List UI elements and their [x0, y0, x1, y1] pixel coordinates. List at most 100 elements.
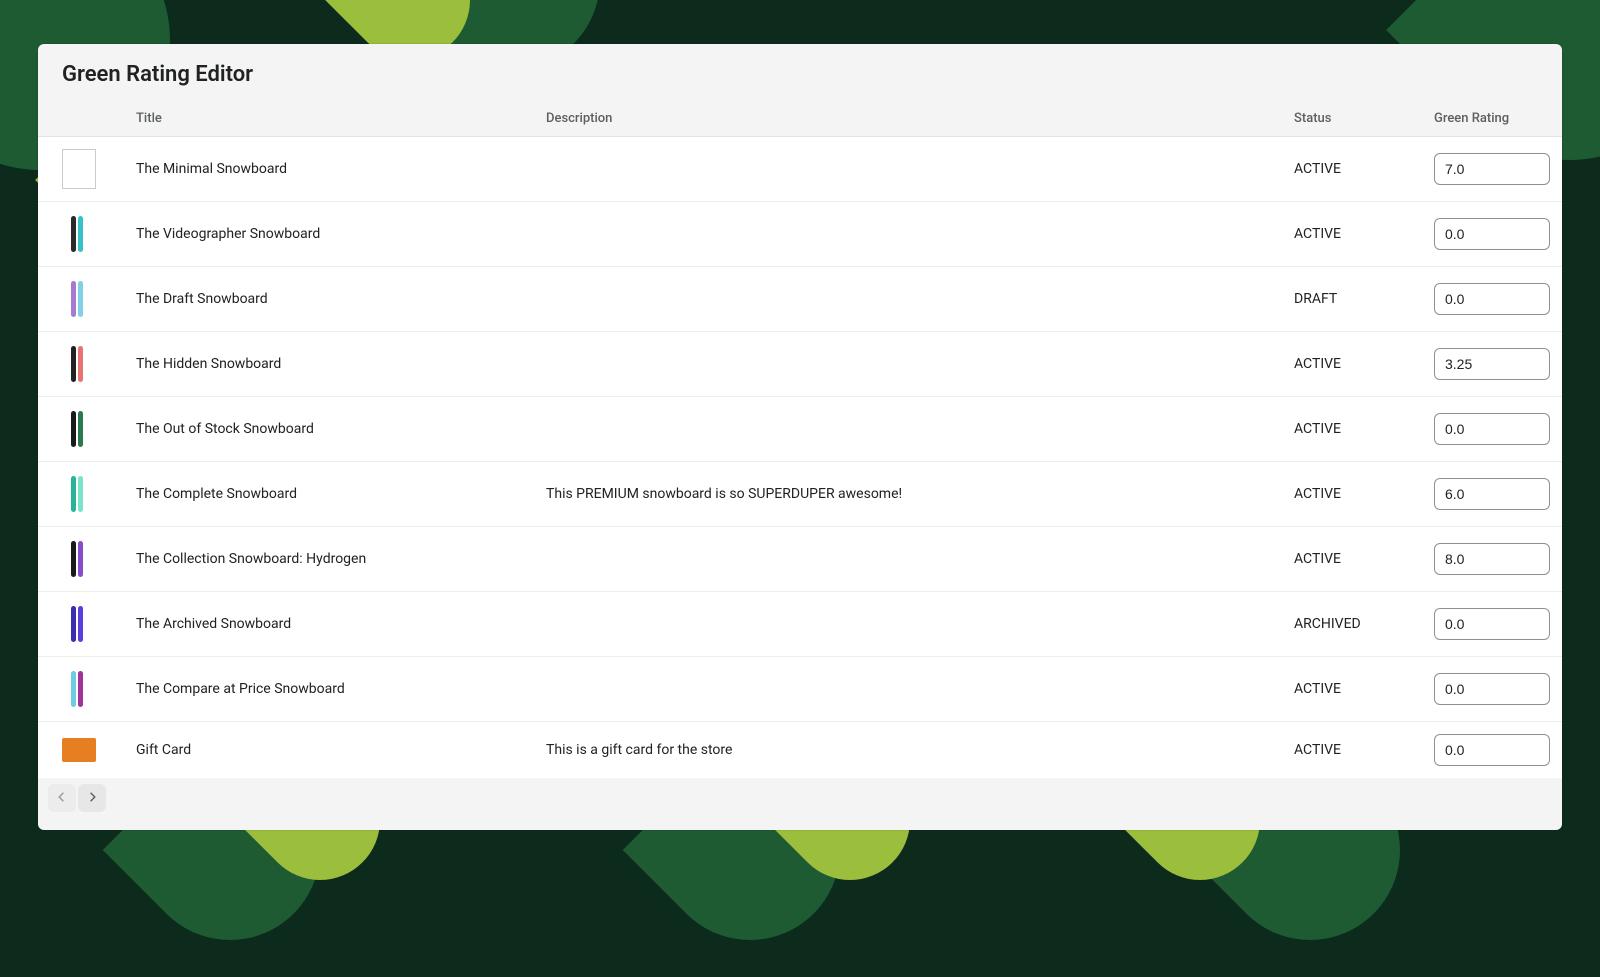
snowboard-icon [78, 411, 83, 447]
cell-rating [1422, 202, 1562, 267]
table-row: The Minimal Snowboard ACTIVE [38, 137, 1562, 202]
green-rating-input[interactable] [1434, 283, 1550, 315]
cell-description [534, 657, 1282, 722]
cell-description [534, 397, 1282, 462]
snowboard-icon [71, 346, 76, 382]
cell-status: DRAFT [1282, 267, 1422, 332]
cell-thumbnail [38, 137, 124, 202]
cell-title: The Compare at Price Snowboard [124, 657, 534, 722]
cell-description [534, 202, 1282, 267]
cell-title: The Out of Stock Snowboard [124, 397, 534, 462]
pagination [38, 778, 1562, 818]
cell-title: The Collection Snowboard: Hydrogen [124, 527, 534, 592]
col-header-description: Description [534, 101, 1282, 137]
cell-thumbnail [38, 657, 124, 722]
cell-rating [1422, 267, 1562, 332]
snowboard-icon [71, 281, 76, 317]
cell-rating [1422, 722, 1562, 779]
products-table: Title Description Status Green Rating Th… [38, 101, 1562, 778]
cell-description [534, 332, 1282, 397]
cell-status: ACTIVE [1282, 462, 1422, 527]
snowboard-icon [78, 476, 83, 512]
snowboard-icon [78, 281, 83, 317]
page-prev-button[interactable] [48, 784, 76, 812]
cell-rating [1422, 332, 1562, 397]
cell-rating [1422, 137, 1562, 202]
table-header-row: Title Description Status Green Rating [38, 101, 1562, 137]
cell-status: ACTIVE [1282, 527, 1422, 592]
col-header-status: Status [1282, 101, 1422, 137]
green-rating-input[interactable] [1434, 673, 1550, 705]
thumbnail-giftcard-icon [62, 738, 96, 762]
snowboard-icon [71, 671, 76, 707]
green-rating-input[interactable] [1434, 413, 1550, 445]
green-rating-input[interactable] [1434, 608, 1550, 640]
table-row: The Hidden Snowboard ACTIVE [38, 332, 1562, 397]
snowboard-icon [78, 671, 83, 707]
thumbnail-snowboard-icon [62, 344, 92, 384]
thumbnail-snowboard-icon [62, 539, 92, 579]
cell-thumbnail [38, 722, 124, 779]
cell-status: ACTIVE [1282, 202, 1422, 267]
cell-description [534, 137, 1282, 202]
snowboard-icon [71, 541, 76, 577]
table-row: The Videographer Snowboard ACTIVE [38, 202, 1562, 267]
cell-description: This PREMIUM snowboard is so SUPERDUPER … [534, 462, 1282, 527]
cell-status: ACTIVE [1282, 397, 1422, 462]
cell-rating [1422, 527, 1562, 592]
snowboard-icon [78, 541, 83, 577]
thumbnail-snowboard-icon [62, 604, 92, 644]
cell-status: ACTIVE [1282, 657, 1422, 722]
cell-title: The Hidden Snowboard [124, 332, 534, 397]
green-rating-input[interactable] [1434, 543, 1550, 575]
cell-thumbnail [38, 592, 124, 657]
table-row: Gift CardThis is a gift card for the sto… [38, 722, 1562, 779]
snowboard-icon [78, 346, 83, 382]
chevron-right-icon [85, 790, 99, 807]
thumbnail-snowboard-icon [62, 474, 92, 514]
cell-description [534, 267, 1282, 332]
thumbnail-snowboard-icon [62, 279, 92, 319]
snowboard-icon [78, 216, 83, 252]
green-rating-input[interactable] [1434, 348, 1550, 380]
table-row: The Collection Snowboard: Hydrogen ACTIVE [38, 527, 1562, 592]
cell-title: The Archived Snowboard [124, 592, 534, 657]
cell-rating [1422, 462, 1562, 527]
green-rating-input[interactable] [1434, 734, 1550, 766]
thumbnail-snowboard-icon [62, 409, 92, 449]
cell-status: ACTIVE [1282, 137, 1422, 202]
snowboard-icon [71, 476, 76, 512]
col-header-rating: Green Rating [1422, 101, 1562, 137]
app-panel: Green Rating Editor Title Description St… [38, 44, 1562, 830]
snowboard-icon [71, 606, 76, 642]
cell-title: The Draft Snowboard [124, 267, 534, 332]
table-row: The Complete SnowboardThis PREMIUM snowb… [38, 462, 1562, 527]
col-header-thumb [38, 101, 124, 137]
cell-title: The Videographer Snowboard [124, 202, 534, 267]
page-next-button[interactable] [78, 784, 106, 812]
chevron-left-icon [55, 790, 69, 807]
green-rating-input[interactable] [1434, 478, 1550, 510]
snowboard-icon [71, 411, 76, 447]
cell-title: The Complete Snowboard [124, 462, 534, 527]
green-rating-input[interactable] [1434, 153, 1550, 185]
cell-status: ACTIVE [1282, 332, 1422, 397]
cell-title: The Minimal Snowboard [124, 137, 534, 202]
cell-thumbnail [38, 332, 124, 397]
green-rating-input[interactable] [1434, 218, 1550, 250]
cell-rating [1422, 397, 1562, 462]
cell-title: Gift Card [124, 722, 534, 779]
table-row: The Compare at Price Snowboard ACTIVE [38, 657, 1562, 722]
col-header-title: Title [124, 101, 534, 137]
table-row: The Draft Snowboard DRAFT [38, 267, 1562, 332]
thumbnail-snowboard-icon [62, 214, 92, 254]
cell-thumbnail [38, 527, 124, 592]
cell-thumbnail [38, 267, 124, 332]
cell-thumbnail [38, 202, 124, 267]
page-title: Green Rating Editor [38, 44, 1562, 101]
cell-description [534, 592, 1282, 657]
cell-status: ACTIVE [1282, 722, 1422, 779]
snowboard-icon [78, 606, 83, 642]
thumbnail-snowboard-icon [62, 669, 92, 709]
snowboard-icon [71, 216, 76, 252]
